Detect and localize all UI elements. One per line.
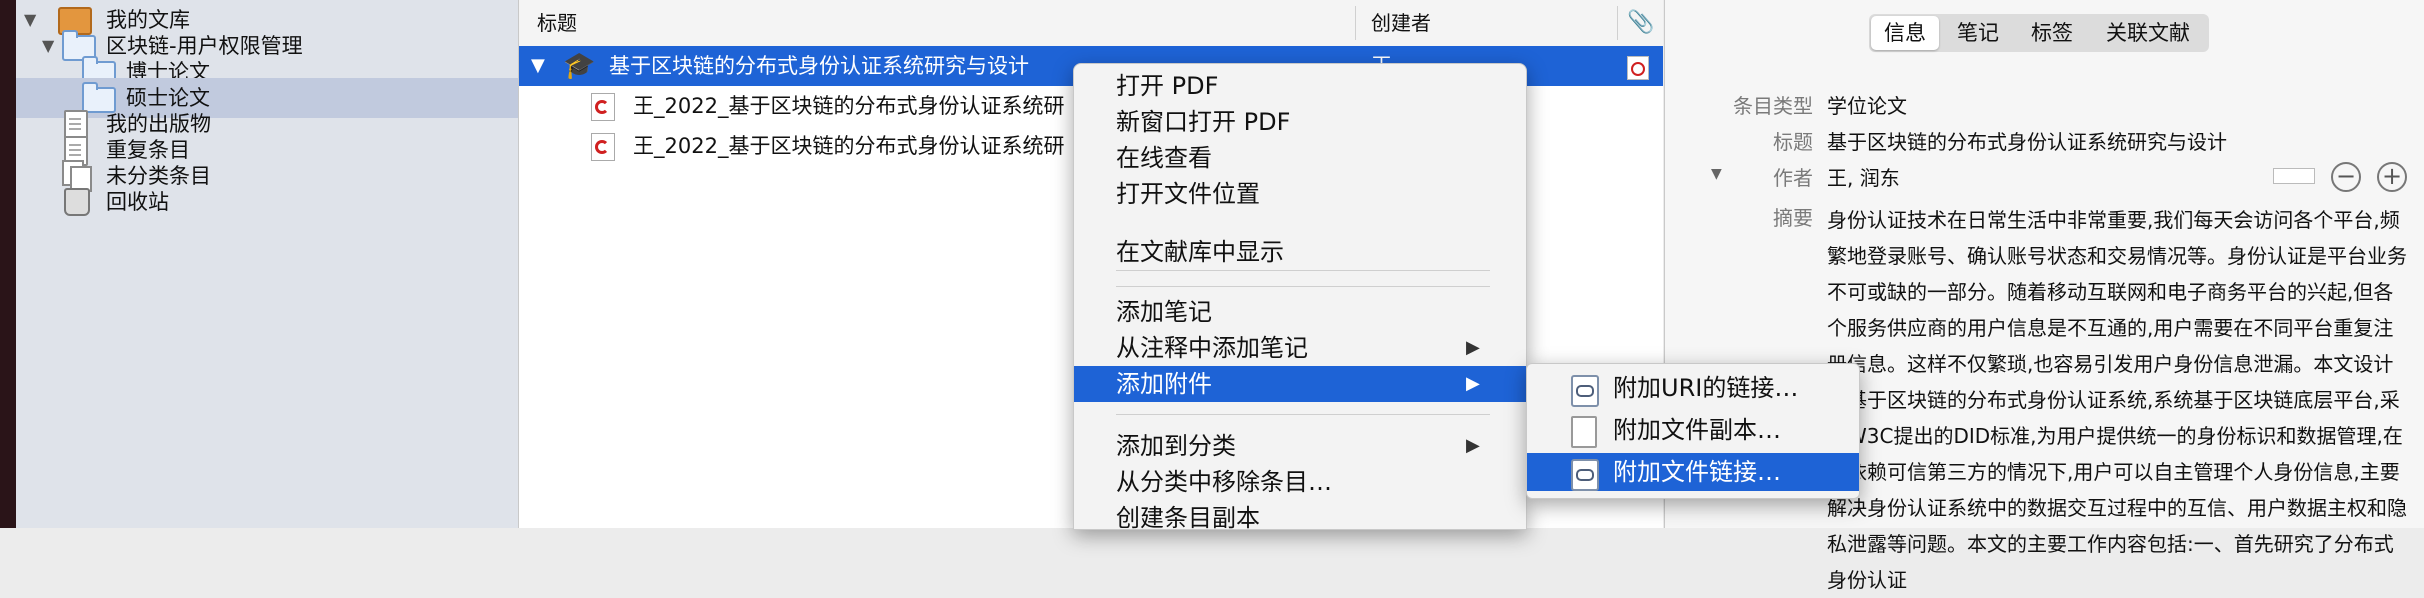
thesis-icon: 🎓 — [563, 51, 596, 81]
attachment-column-icon[interactable]: 📎 — [1627, 0, 1654, 46]
submenu-item-label: 附加URI的链接… — [1613, 374, 1799, 402]
items-header: 标题 创建者 📎 — [519, 0, 1663, 47]
menu-item-label: 新窗口打开 PDF — [1116, 108, 1291, 136]
menu-item-show-in-library[interactable]: 在文献库中显示 — [1074, 234, 1526, 270]
field-label-abstract: 摘要 — [1773, 206, 1813, 230]
menu-item-open-pdf[interactable]: 打开 PDF — [1074, 68, 1526, 104]
pdf-icon — [591, 93, 615, 121]
tree-label: 回收站 — [106, 190, 169, 214]
submenu-item-label: 附加文件副本… — [1613, 416, 1781, 444]
column-header-creator[interactable]: 创建者 — [1371, 0, 1431, 46]
menu-item-label: 打开 PDF — [1116, 72, 1219, 100]
submenu-item-label: 附加文件链接… — [1613, 458, 1781, 486]
field-value-item-type[interactable]: 学位论文 — [1827, 90, 1907, 119]
menu-item-add-note[interactable]: 添加笔记 — [1074, 294, 1526, 330]
menu-item-add-to-collection[interactable]: 添加到分类 ▶ — [1074, 428, 1526, 464]
menu-item-label: 添加附件 — [1116, 370, 1212, 398]
author-type-switch[interactable] — [2273, 168, 2315, 184]
attachment-submenu: 附加URI的链接… 附加文件副本… 附加文件链接… — [1526, 363, 1860, 499]
item-pane-tabs: 信息 笔记 标签 关联文献 — [1869, 14, 2209, 52]
submenu-arrow-icon: ▶ — [1466, 373, 1480, 394]
window-edge — [0, 0, 16, 528]
pdf-icon — [591, 133, 615, 161]
context-menu: 打开 PDF 新窗口打开 PDF 在线查看 打开文件位置 在文献库中显示 添加笔… — [1073, 63, 1527, 532]
menu-item-open-pdf-new-window[interactable]: 新窗口打开 PDF — [1074, 104, 1526, 140]
file-icon — [1571, 416, 1597, 448]
submenu-item-attach-file-copy[interactable]: 附加文件副本… — [1527, 411, 1859, 449]
menu-item-add-note-from-annotations[interactable]: 从注释中添加笔记 ▶ — [1074, 330, 1526, 366]
tab-notes[interactable]: 笔记 — [1943, 16, 2013, 50]
field-label-item-type: 条目类型 — [1733, 94, 1813, 118]
menu-item-remove-from-collection[interactable]: 从分类中移除条目… — [1074, 464, 1526, 500]
menu-separator — [1116, 414, 1490, 415]
column-divider[interactable] — [1617, 6, 1618, 40]
tab-info[interactable]: 信息 — [1871, 16, 1939, 50]
menu-item-label: 创建条目副本 — [1116, 504, 1260, 532]
menu-separator — [1116, 270, 1490, 271]
menu-item-label: 添加到分类 — [1116, 432, 1236, 460]
menu-item-add-attachment[interactable]: 添加附件 ▶ — [1074, 366, 1526, 402]
submenu-item-attach-uri-link[interactable]: 附加URI的链接… — [1527, 369, 1859, 407]
item-title: 基于区块链的分布式身份认证系统研究与设计 — [609, 54, 1029, 78]
menu-item-label: 在线查看 — [1116, 144, 1212, 172]
link-icon — [1571, 459, 1599, 491]
tab-related[interactable]: 关联文献 — [2091, 16, 2205, 50]
attachment-title: 王_2022_基于区块链的分布式身份认证系统研 — [633, 134, 1065, 158]
menu-separator — [1116, 286, 1490, 287]
menu-item-label: 打开文件位置 — [1116, 180, 1260, 208]
submenu-arrow-icon: ▶ — [1466, 435, 1480, 456]
field-value-title[interactable]: 基于区块链的分布式身份认证系统研究与设计 — [1827, 126, 2227, 155]
menu-item-duplicate-item[interactable]: 创建条目副本 — [1074, 500, 1526, 536]
field-value-author[interactable]: 王, 润东 — [1827, 162, 1900, 191]
remove-author-icon[interactable]: − — [2331, 162, 2361, 192]
link-icon — [1571, 375, 1599, 407]
tab-tags[interactable]: 标签 — [2017, 16, 2087, 50]
menu-item-show-file[interactable]: 打开文件位置 — [1074, 176, 1526, 212]
submenu-arrow-icon: ▶ — [1466, 337, 1480, 358]
field-value-abstract[interactable]: 身份认证技术在日常生活中非常重要,我们每天会访问各个平台,频繁地登录账号、确认账… — [1827, 202, 2407, 598]
menu-item-label: 添加笔记 — [1116, 298, 1212, 326]
field-label-title: 标题 — [1773, 130, 1813, 154]
menu-item-view-online[interactable]: 在线查看 — [1074, 140, 1526, 176]
trash-icon — [64, 188, 90, 216]
menu-item-label: 从分类中移除条目… — [1116, 468, 1332, 496]
collections-pane: ▼ 我的文库 ▼ 区块链-用户权限管理 博士论文 硕士论文 我的出版物 重复条目… — [16, 0, 519, 528]
column-divider[interactable] — [1355, 6, 1356, 40]
submenu-item-attach-file-link[interactable]: 附加文件链接… — [1527, 453, 1859, 491]
attachment-title: 王_2022_基于区块链的分布式身份认证系统研 — [633, 94, 1065, 118]
column-header-title[interactable]: 标题 — [537, 0, 577, 46]
expand-triangle-icon[interactable]: ▼ — [531, 46, 545, 86]
menu-item-label: 在文献库中显示 — [1116, 238, 1284, 266]
field-label-author: 作者 — [1773, 166, 1813, 190]
add-author-icon[interactable]: + — [2377, 162, 2407, 192]
menu-item-label: 从注释中添加笔记 — [1116, 334, 1308, 362]
pdf-attachment-icon[interactable] — [1627, 56, 1649, 80]
tree-item-trash[interactable]: 回收站 — [16, 182, 518, 222]
